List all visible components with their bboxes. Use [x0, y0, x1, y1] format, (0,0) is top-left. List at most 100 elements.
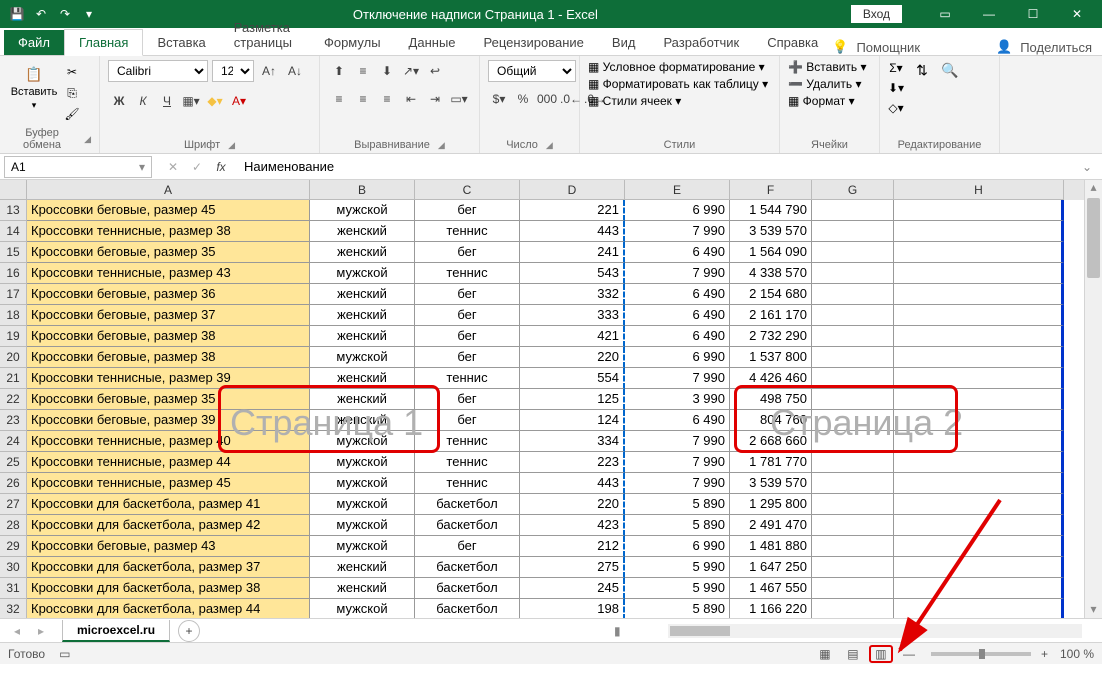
ribbon-options-icon[interactable]: ▭: [924, 0, 966, 28]
cell[interactable]: 2 491 470: [730, 515, 812, 536]
cell[interactable]: 5 890: [625, 494, 730, 515]
cell[interactable]: женский: [310, 242, 415, 263]
copy-icon[interactable]: ⎘: [64, 85, 80, 101]
decrease-indent-icon[interactable]: ⇤: [400, 88, 422, 110]
cell[interactable]: женский: [310, 578, 415, 599]
zoom-slider[interactable]: [931, 652, 1031, 656]
cell[interactable]: 421: [520, 326, 625, 347]
cell[interactable]: мужской: [310, 452, 415, 473]
cell[interactable]: женский: [310, 284, 415, 305]
cell[interactable]: [812, 431, 894, 452]
cell[interactable]: Кроссовки теннисные, размер 39: [27, 368, 310, 389]
cell[interactable]: 804 760: [730, 410, 812, 431]
tab-insert[interactable]: Вставка: [143, 30, 219, 55]
format-cells-button[interactable]: ▦ Формат ▾: [788, 94, 855, 108]
fill-color-icon[interactable]: ◆▾: [204, 90, 226, 112]
cell[interactable]: 7 990: [625, 368, 730, 389]
cell[interactable]: женский: [310, 368, 415, 389]
cell[interactable]: 212: [520, 536, 625, 557]
cell[interactable]: бег: [415, 305, 520, 326]
cell[interactable]: [894, 200, 1064, 221]
cell[interactable]: [812, 536, 894, 557]
macro-record-icon[interactable]: ▭: [59, 647, 70, 661]
clipboard-launcher-icon[interactable]: ◢: [84, 134, 91, 145]
row-header[interactable]: 27: [0, 494, 27, 515]
cell[interactable]: теннис: [415, 452, 520, 473]
enter-formula-icon[interactable]: ✓: [186, 156, 208, 178]
autosum-icon[interactable]: Σ▾: [888, 60, 904, 76]
cell[interactable]: [894, 536, 1064, 557]
align-middle-icon[interactable]: ≡: [352, 60, 374, 82]
underline-button[interactable]: Ч: [156, 90, 178, 112]
cell[interactable]: [812, 515, 894, 536]
delete-cells-button[interactable]: ➖ Удалить ▾: [788, 77, 861, 91]
cell[interactable]: [812, 263, 894, 284]
cell[interactable]: [894, 452, 1064, 473]
cell[interactable]: 1 564 090: [730, 242, 812, 263]
cell[interactable]: [812, 305, 894, 326]
col-header-B[interactable]: B: [310, 180, 415, 200]
cell[interactable]: баскетбол: [415, 515, 520, 536]
cell[interactable]: 6 490: [625, 326, 730, 347]
number-launcher-icon[interactable]: ◢: [546, 140, 553, 151]
cell[interactable]: мужской: [310, 473, 415, 494]
cell[interactable]: Кроссовки беговые, размер 35: [27, 242, 310, 263]
cell[interactable]: Кроссовки теннисные, размер 40: [27, 431, 310, 452]
align-left-icon[interactable]: ≡: [328, 88, 350, 110]
comma-icon[interactable]: 000: [536, 88, 558, 110]
cell[interactable]: женский: [310, 305, 415, 326]
cell[interactable]: [812, 578, 894, 599]
cell[interactable]: 6 490: [625, 242, 730, 263]
cell[interactable]: бег: [415, 410, 520, 431]
clear-icon[interactable]: ◇▾: [888, 100, 904, 116]
cell[interactable]: 198: [520, 599, 625, 618]
col-header-G[interactable]: G: [812, 180, 894, 200]
cell[interactable]: [812, 452, 894, 473]
cell[interactable]: Кроссовки беговые, размер 38: [27, 347, 310, 368]
row-header[interactable]: 16: [0, 263, 27, 284]
cell[interactable]: мужской: [310, 431, 415, 452]
cell[interactable]: баскетбол: [415, 578, 520, 599]
cell[interactable]: 124: [520, 410, 625, 431]
cell[interactable]: 1 467 550: [730, 578, 812, 599]
cell[interactable]: [894, 263, 1064, 284]
align-right-icon[interactable]: ≡: [376, 88, 398, 110]
cell[interactable]: [894, 473, 1064, 494]
share-icon[interactable]: 👤: [996, 39, 1012, 55]
cell[interactable]: 220: [520, 494, 625, 515]
row-header[interactable]: 29: [0, 536, 27, 557]
col-header-D[interactable]: D: [520, 180, 625, 200]
cell[interactable]: Кроссовки теннисные, размер 38: [27, 221, 310, 242]
row-header[interactable]: 32: [0, 599, 27, 618]
cell[interactable]: 6 490: [625, 305, 730, 326]
name-box[interactable]: A1▾: [4, 156, 152, 178]
alignment-launcher-icon[interactable]: ◢: [438, 140, 445, 151]
cell[interactable]: бег: [415, 347, 520, 368]
cell[interactable]: 241: [520, 242, 625, 263]
cell[interactable]: [812, 389, 894, 410]
cell[interactable]: [812, 599, 894, 618]
cell[interactable]: 1 295 800: [730, 494, 812, 515]
decrease-font-icon[interactable]: A↓: [284, 60, 306, 82]
tab-formulas[interactable]: Формулы: [310, 30, 395, 55]
row-header[interactable]: 14: [0, 221, 27, 242]
currency-icon[interactable]: $▾: [488, 88, 510, 110]
cell[interactable]: Кроссовки для баскетбола, размер 41: [27, 494, 310, 515]
cell[interactable]: женский: [310, 389, 415, 410]
cell[interactable]: баскетбол: [415, 557, 520, 578]
zoom-thumb[interactable]: [979, 649, 985, 659]
cell[interactable]: [812, 473, 894, 494]
view-page-layout-icon[interactable]: ▤: [841, 645, 865, 663]
cell[interactable]: Кроссовки теннисные, размер 43: [27, 263, 310, 284]
col-header-A[interactable]: A: [27, 180, 310, 200]
cell[interactable]: [894, 431, 1064, 452]
sheet-nav-next-icon[interactable]: ▸: [30, 620, 52, 642]
row-header[interactable]: 17: [0, 284, 27, 305]
vertical-scrollbar[interactable]: ▴ ▾: [1084, 180, 1102, 618]
row-header[interactable]: 30: [0, 557, 27, 578]
minimize-icon[interactable]: —: [968, 0, 1010, 28]
cell[interactable]: 223: [520, 452, 625, 473]
cell[interactable]: [812, 242, 894, 263]
fill-icon[interactable]: ⬇▾: [888, 80, 904, 96]
cell[interactable]: Кроссовки беговые, размер 43: [27, 536, 310, 557]
